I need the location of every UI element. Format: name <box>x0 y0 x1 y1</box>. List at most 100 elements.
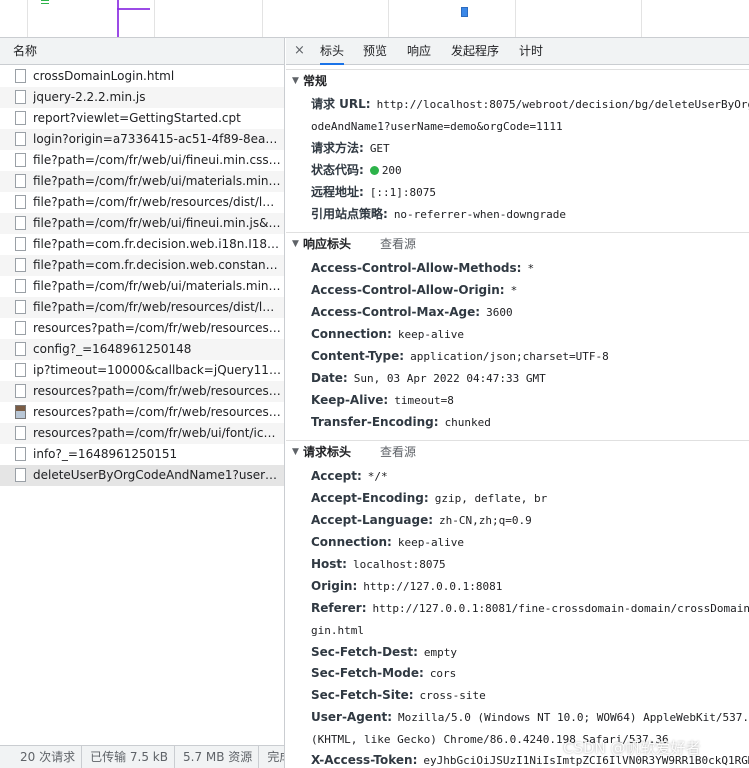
document-icon <box>15 174 26 188</box>
view-source-link[interactable]: 查看源 <box>380 233 416 255</box>
request-row[interactable]: deleteUserByOrgCodeAndName1?userName... <box>0 465 284 486</box>
request-row[interactable]: resources?path=/com/fr/web/resources/dis… <box>0 402 284 423</box>
request-row[interactable]: file?path=/com/fr/web/ui/fineui.min.js&t… <box>0 213 284 234</box>
request-headers-section-header[interactable]: ▼ 请求标头 查看源 <box>286 440 749 462</box>
triangle-down-icon: ▼ <box>292 76 299 86</box>
request-name: report?viewlet=GettingStarted.cpt <box>33 111 241 125</box>
document-icon <box>15 300 26 314</box>
document-icon <box>15 153 26 167</box>
request-name: crossDomainLogin.html <box>33 69 175 83</box>
waterfall-bar-purple <box>117 8 150 10</box>
document-icon <box>15 195 26 209</box>
request-name: resources?path=/com/fr/web/resources/dis… <box>33 405 281 419</box>
request-name: file?path=/com/fr/web/resources/dist/log… <box>33 300 281 314</box>
request-name: ip?timeout=10000&callback=jQuery1124081.… <box>33 363 281 377</box>
tab-timing[interactable]: 计时 <box>519 38 543 65</box>
request-row[interactable]: resources?path=/com/fr/web/resources/dis… <box>0 381 284 402</box>
document-icon <box>15 321 26 335</box>
document-icon <box>15 237 26 251</box>
close-icon[interactable]: × <box>294 43 305 58</box>
request-details-panel: × 标头 预览 响应 发起程序 计时 ▼ 常规 请求 URL: http://lo… <box>286 38 749 768</box>
finish-time: 完成 <box>267 750 284 764</box>
tab-headers[interactable]: 标头 <box>320 38 345 65</box>
header-sec-fetch-site: Sec-Fetch-Site: cross-site <box>311 688 486 702</box>
header-origin: Origin: http://127.0.0.1:8081 <box>311 579 503 593</box>
request-row[interactable]: file?path=/com/fr/web/ui/fineui.min.css&… <box>0 150 284 171</box>
request-row[interactable]: file?path=com.fr.decision.web.i18n.I18nT… <box>0 234 284 255</box>
request-count: 20 次请求 <box>0 746 83 768</box>
request-list-panel: 名称 crossDomainLogin.html jquery-2.2.2.min… <box>0 38 285 768</box>
request-name: file?path=/com/fr/web/resources/dist/log… <box>33 195 281 209</box>
request-name: file?path=/com/fr/web/ui/materials.min.j… <box>33 279 281 293</box>
view-source-link[interactable]: 查看源 <box>380 441 416 463</box>
document-icon <box>15 468 26 482</box>
request-row[interactable]: file?path=/com/fr/web/ui/materials.min.j… <box>0 276 284 297</box>
document-icon <box>15 111 26 125</box>
image-icon <box>15 405 26 419</box>
section-title: 请求标头 <box>303 445 352 459</box>
request-row[interactable]: resources?path=/com/fr/web/resources/dis… <box>0 318 284 339</box>
referrer-policy-row: 引用站点策略: no-referrer-when-downgrade <box>311 207 566 221</box>
section-title: 响应标头 <box>303 237 352 251</box>
request-row[interactable]: config?_=1648961250148 <box>0 339 284 360</box>
waterfall-marker-purple <box>117 0 119 37</box>
document-icon <box>15 132 26 146</box>
request-row[interactable]: crossDomainLogin.html <box>0 66 284 87</box>
request-name: file?path=/com/fr/web/ui/fineui.min.css&… <box>33 153 281 167</box>
request-row[interactable]: resources?path=/com/fr/web/ui/font/iconf… <box>0 423 284 444</box>
response-header-row: Access-Control-Allow-Methods: * <box>311 261 535 275</box>
tab-response[interactable]: 响应 <box>407 38 431 65</box>
header-connection: Connection: keep-alive <box>311 535 465 549</box>
request-row[interactable]: jquery-2.2.2.min.js <box>0 87 284 108</box>
response-header-row: Content-Type: application/json;charset=UT… <box>311 349 609 363</box>
request-method-row: 请求方法: GET <box>311 141 390 155</box>
request-url-row: 请求 URL: http://localhost:8075/webroot/dec… <box>311 97 749 111</box>
request-row[interactable]: info?_=1648961250151 <box>0 444 284 465</box>
request-name: resources?path=/com/fr/web/resources/dis… <box>33 321 281 335</box>
document-icon <box>15 363 26 377</box>
document-icon <box>15 342 26 356</box>
tab-preview[interactable]: 预览 <box>363 38 387 65</box>
header-referer-cont: gin.html <box>311 624 364 637</box>
timeline-gridline <box>388 0 389 37</box>
timeline-gridline <box>27 0 28 37</box>
document-icon <box>15 384 26 398</box>
transferred-size: 已传输 7.5 kB <box>82 746 175 768</box>
status-ok-icon <box>369 166 379 175</box>
header-accept-language: Accept-Language: zh-CN,zh;q=0.9 <box>311 513 532 527</box>
general-section-header[interactable]: ▼ 常规 <box>286 69 749 91</box>
response-header-row: Keep-Alive: timeout=8 <box>311 393 454 407</box>
resources-size: 5.7 MB 资源 <box>175 746 260 768</box>
network-waterfall-overview[interactable] <box>0 0 749 38</box>
document-icon <box>15 216 26 230</box>
name-column-header[interactable]: 名称 <box>0 38 284 65</box>
request-url-row-cont: odeAndName1?userName=demo&orgCode=1111 <box>311 120 563 133</box>
tab-initiator[interactable]: 发起程序 <box>451 38 499 65</box>
details-tab-bar: × 标头 预览 响应 发起程序 计时 <box>286 38 749 65</box>
request-row[interactable]: ip?timeout=10000&callback=jQuery1124081.… <box>0 360 284 381</box>
header-referer: Referer: http://127.0.0.1:8081/fine-cross… <box>311 601 749 615</box>
request-name: deleteUserByOrgCodeAndName1?userName... <box>33 468 281 482</box>
request-row[interactable]: file?path=/com/fr/web/resources/dist/log… <box>0 192 284 213</box>
waterfall-bar-blue <box>461 7 468 17</box>
timeline-gridline <box>641 0 642 37</box>
header-sec-fetch-dest: Sec-Fetch-Dest: empty <box>311 645 457 659</box>
response-headers-section-header[interactable]: ▼ 响应标头 查看源 <box>286 232 749 254</box>
document-icon <box>15 426 26 440</box>
header-accept: Accept: */* <box>311 469 388 483</box>
csdn-watermark: CSDN @帆软爱好者 <box>563 739 701 757</box>
status-code-row: 状态代码: 200 <box>311 163 402 177</box>
section-title: 常规 <box>303 74 328 88</box>
request-row[interactable]: file?path=/com/fr/web/resources/dist/log… <box>0 297 284 318</box>
request-name: login?origin=a7336415-ac51-4f89-8ea0-dfa… <box>33 132 281 146</box>
request-row[interactable]: file?path=/com/fr/web/ui/materials.min.c… <box>0 171 284 192</box>
request-row[interactable]: file?path=com.fr.decision.web.constant.C… <box>0 255 284 276</box>
request-name: resources?path=/com/fr/web/resources/dis… <box>33 384 281 398</box>
request-name: file?path=/com/fr/web/ui/fineui.min.js&t… <box>33 216 281 230</box>
request-row[interactable]: report?viewlet=GettingStarted.cpt <box>0 108 284 129</box>
header-host: Host: localhost:8075 <box>311 557 446 571</box>
timeline-gridline <box>154 0 155 37</box>
request-name: file?path=com.fr.decision.web.constant.C… <box>33 258 281 272</box>
request-name: config?_=1648961250148 <box>33 342 192 356</box>
request-row[interactable]: login?origin=a7336415-ac51-4f89-8ea0-dfa… <box>0 129 284 150</box>
